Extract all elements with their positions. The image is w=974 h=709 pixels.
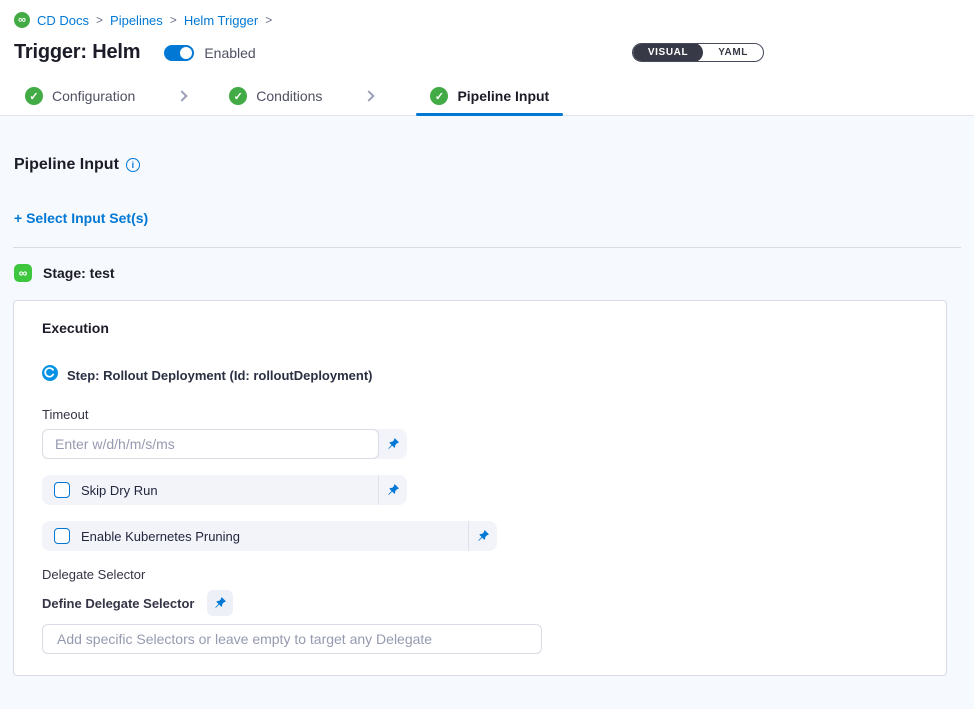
pin-icon[interactable] — [379, 429, 407, 459]
stage-cd-icon: ∞ — [14, 264, 32, 282]
breadcrumb-separator: > — [96, 13, 103, 27]
timeout-label: Timeout — [42, 407, 918, 422]
enable-kubernetes-pruning-label: Enable Kubernetes Pruning — [81, 529, 240, 544]
tab-label: Conditions — [256, 88, 322, 104]
pin-button[interactable] — [207, 590, 233, 616]
wizard-tab-bar: ✓ Configuration ✓ Conditions ✓ Pipeline … — [0, 77, 974, 116]
pin-icon[interactable] — [468, 521, 497, 551]
chevron-right-icon — [177, 90, 188, 101]
title-row: Trigger: Helm Enabled VISUAL YAML — [14, 41, 960, 64]
tab-label: Configuration — [52, 88, 135, 104]
select-input-sets-row: + Select Input Set(s) — [13, 210, 961, 228]
step-header: Step: Rollout Deployment (Id: rolloutDep… — [42, 365, 918, 386]
select-input-sets-link[interactable]: + Select Input Set(s) — [14, 210, 148, 226]
divider — [13, 247, 961, 248]
stage-label: Stage: test — [43, 265, 115, 281]
enabled-toggle[interactable] — [164, 45, 194, 61]
tab-configuration[interactable]: ✓ Configuration — [25, 77, 135, 115]
skip-dry-run-checkbox[interactable] — [54, 482, 70, 498]
delegate-selectors-input[interactable] — [42, 624, 542, 654]
timeout-input-group — [42, 429, 407, 459]
delegate-selector-label: Delegate Selector — [42, 567, 918, 582]
harness-cd-logo-icon: ∞ — [14, 12, 30, 28]
pin-icon[interactable] — [378, 475, 407, 505]
breadcrumb-helm-trigger[interactable]: Helm Trigger — [184, 13, 258, 28]
enable-kubernetes-pruning-row: Enable Kubernetes Pruning — [42, 521, 497, 551]
section-head: Pipeline Input i — [13, 156, 961, 174]
execution-card: Execution Step: Rollout Deployment (Id: … — [13, 300, 947, 676]
execution-card-title: Execution — [42, 320, 918, 336]
skip-dry-run-label: Skip Dry Run — [81, 483, 158, 498]
yaml-view-button[interactable]: YAML — [703, 43, 763, 62]
tab-pipeline-input[interactable]: ✓ Pipeline Input — [416, 77, 563, 115]
breadcrumb: ∞ CD Docs > Pipelines > Helm Trigger > — [14, 12, 960, 28]
page-header: ∞ CD Docs > Pipelines > Helm Trigger > T… — [0, 0, 974, 77]
check-icon: ✓ — [430, 87, 448, 105]
page-title: Trigger: Helm — [14, 41, 140, 64]
toggle-knob — [180, 47, 192, 59]
check-icon: ✓ — [229, 87, 247, 105]
breadcrumb-separator: > — [265, 13, 272, 27]
section-title: Pipeline Input — [14, 156, 119, 174]
timeout-input[interactable] — [42, 429, 379, 459]
tab-conditions[interactable]: ✓ Conditions — [229, 77, 322, 115]
define-delegate-selector-label: Define Delegate Selector — [42, 596, 194, 611]
chevron-right-icon — [364, 90, 375, 101]
rollout-step-icon — [42, 365, 58, 386]
enabled-toggle-label: Enabled — [204, 45, 255, 61]
enable-kubernetes-pruning-checkbox[interactable] — [54, 528, 70, 544]
step-label: Step: Rollout Deployment (Id: rolloutDep… — [67, 368, 373, 383]
visual-yaml-toggle: VISUAL YAML — [632, 43, 764, 62]
define-delegate-row: Define Delegate Selector — [42, 590, 918, 616]
visual-view-button[interactable]: VISUAL — [633, 43, 703, 62]
check-icon: ✓ — [25, 87, 43, 105]
skip-dry-run-row: Skip Dry Run — [42, 475, 407, 505]
info-icon[interactable]: i — [126, 158, 140, 172]
breadcrumb-pipelines[interactable]: Pipelines — [110, 13, 163, 28]
tab-label: Pipeline Input — [457, 88, 549, 104]
pipeline-input-panel: Pipeline Input i + Select Input Set(s) ∞… — [0, 116, 974, 709]
breadcrumb-cd-docs[interactable]: CD Docs — [37, 13, 89, 28]
stage-header[interactable]: ∞ Stage: test — [13, 262, 961, 284]
breadcrumb-separator: > — [170, 13, 177, 27]
